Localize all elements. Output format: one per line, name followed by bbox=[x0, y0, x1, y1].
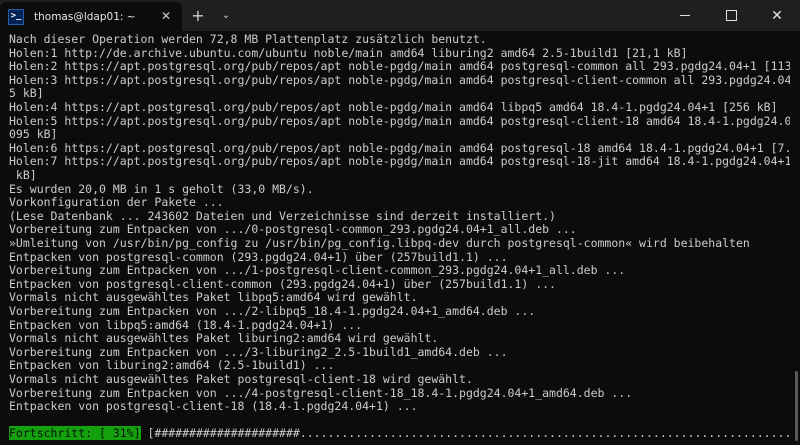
terminal-line: Holen:3 https://apt.postgresql.org/pub/r… bbox=[9, 72, 790, 87]
terminal-line: Vorbereitung zum Entpacken von .../2-lib… bbox=[9, 304, 536, 318]
terminal-line: Entpacken von liburing2:amd64 (2.5-1buil… bbox=[9, 358, 335, 373]
scrollbar-thumb[interactable] bbox=[795, 371, 798, 441]
terminal-line: Holen:5 https://apt.postgresql.org/pub/r… bbox=[9, 113, 790, 128]
terminal-line: Entpacken von postgresql-common (293.pgd… bbox=[9, 249, 508, 264]
powershell-icon: >_ bbox=[8, 8, 24, 25]
terminal-line: 5 kB] bbox=[9, 86, 44, 101]
terminal-line: (Lese Datenbank ... 243602 Dateien und V… bbox=[9, 208, 556, 223]
terminal-line: Holen:2 https://apt.postgresql.org/pub/r… bbox=[9, 59, 790, 74]
terminal-tab[interactable]: >_ thomas@ldap01: ~ ✕ bbox=[0, 2, 182, 31]
terminal-line: Vorbereitung zum Entpacken von .../4-pos… bbox=[9, 385, 633, 400]
terminal-line: Vorbereitung zum Entpacken von .../3-lib… bbox=[9, 344, 508, 359]
terminal-line: Vormals nicht ausgewähltes Paket postgre… bbox=[9, 372, 473, 386]
maximize-icon bbox=[725, 10, 737, 21]
terminal-line: Vorbereitung zum Entpacken von .../1-pos… bbox=[9, 263, 626, 278]
terminal-line: Entpacken von postgresql-client-18 (18.4… bbox=[9, 399, 418, 414]
progress-line: Fortschritt: [ 31%] [###################… bbox=[9, 426, 790, 441]
terminal-line: Vormals nicht ausgewähltes Paket liburin… bbox=[9, 331, 439, 346]
new-tab-button[interactable]: + bbox=[189, 7, 207, 25]
title-bar: >_ thomas@ldap01: ~ ✕ + ⌄ ✕ bbox=[0, 0, 800, 31]
terminal-line: kB] bbox=[9, 168, 37, 182]
window-controls: ✕ bbox=[662, 0, 800, 31]
terminal-line: Nach dieser Operation werden 72,8 MB Pla… bbox=[9, 32, 487, 46]
terminal-window: >_ thomas@ldap01: ~ ✕ + ⌄ ✕ Nach dieser … bbox=[0, 0, 800, 445]
scrollbar[interactable] bbox=[792, 31, 800, 445]
tab-close-icon[interactable]: ✕ bbox=[158, 8, 174, 24]
terminal-line: Holen:4 https://apt.postgresql.org/pub/r… bbox=[9, 100, 778, 114]
terminal-line: Holen:6 https://apt.postgresql.org/pub/r… bbox=[9, 140, 790, 155]
progress-bar: [#####################..................… bbox=[147, 426, 790, 441]
minimize-button[interactable] bbox=[662, 0, 708, 31]
minimize-icon bbox=[680, 15, 690, 16]
maximize-button[interactable] bbox=[708, 0, 754, 31]
terminal-line: Vorkonfiguration der Pakete ... bbox=[9, 195, 224, 210]
terminal-line: »Umleitung von /usr/bin/pg_config zu /us… bbox=[9, 236, 750, 250]
terminal-line: Vormals nicht ausgewähltes Paket libpq5:… bbox=[9, 290, 418, 305]
terminal-line: Es wurden 20,0 MB in 1 s geholt (33,0 MB… bbox=[9, 181, 314, 196]
terminal-line: Entpacken von libpq5:amd64 (18.4-1.pgdg2… bbox=[9, 317, 363, 332]
terminal-line: Entpacken von postgresql-client-common (… bbox=[9, 276, 556, 291]
tab-title: thomas@ldap01: ~ bbox=[34, 10, 136, 23]
terminal-line: Holen:7 https://apt.postgresql.org/pub/r… bbox=[9, 154, 790, 169]
progress-label: Fortschritt: [ 31%] bbox=[9, 426, 141, 441]
close-icon: ✕ bbox=[771, 7, 783, 24]
tab-dropdown-button[interactable]: ⌄ bbox=[218, 7, 234, 25]
terminal-output[interactable]: Nach dieser Operation werden 72,8 MB Pla… bbox=[0, 31, 790, 445]
terminal-line: Holen:1 http://de.archive.ubuntu.com/ubu… bbox=[9, 45, 688, 60]
terminal-line: Vorbereitung zum Entpacken von .../0-pos… bbox=[9, 222, 577, 237]
terminal-line: 095 kB] bbox=[9, 127, 58, 142]
close-button[interactable]: ✕ bbox=[754, 0, 800, 31]
